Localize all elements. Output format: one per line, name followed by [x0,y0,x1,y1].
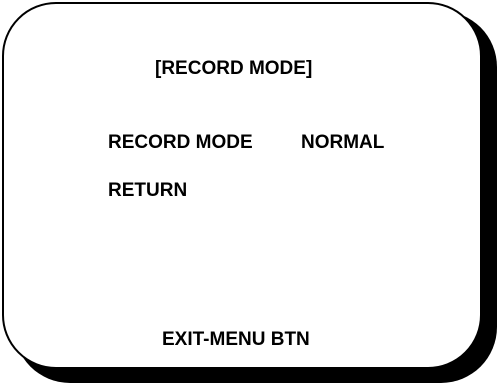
menu-title: [RECORD MODE] [155,58,313,79]
record-mode-value[interactable]: NORMAL [301,133,384,152]
record-mode-label: RECORD MODE [108,132,253,153]
menu-item-return[interactable]: RETURN [108,181,187,200]
exit-menu-hint: EXIT-MENU BTN [162,329,310,350]
osd-screen: [RECORD MODE] RECORD MODE NORMAL RETURN … [0,0,497,383]
